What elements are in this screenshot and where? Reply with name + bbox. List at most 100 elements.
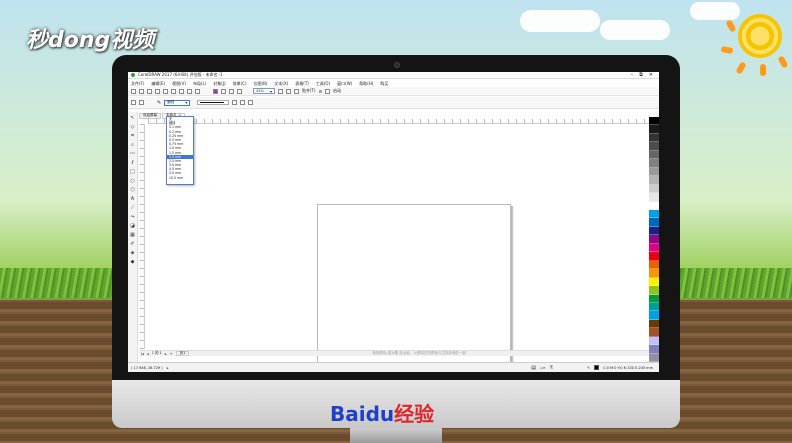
color-swatch[interactable] bbox=[649, 353, 659, 363]
line-style-select[interactable] bbox=[197, 100, 230, 105]
color-swatch[interactable] bbox=[649, 184, 659, 194]
text-tool-icon[interactable]: A bbox=[130, 196, 136, 202]
drop-shadow-icon[interactable]: ◪ bbox=[130, 223, 136, 229]
color-swatch[interactable] bbox=[649, 336, 659, 346]
document-page[interactable] bbox=[317, 204, 511, 372]
paste-icon[interactable] bbox=[179, 88, 184, 94]
show-rulers-icon[interactable] bbox=[286, 88, 291, 94]
page-tab[interactable]: 页1 bbox=[175, 351, 190, 356]
first-page-icon[interactable]: |◂ bbox=[141, 352, 144, 356]
color-swatch[interactable] bbox=[649, 176, 659, 185]
shape-tool-icon[interactable]: ◇ bbox=[130, 124, 136, 130]
application-launcher-icon[interactable] bbox=[325, 88, 331, 94]
color-swatch[interactable] bbox=[649, 209, 659, 219]
color-swatch[interactable] bbox=[649, 345, 659, 354]
prev-page-icon[interactable]: ◂ bbox=[147, 352, 149, 356]
color-swatch[interactable] bbox=[649, 269, 659, 278]
outline-width-select[interactable]: 细线 ▾ bbox=[164, 99, 191, 106]
color-swatch[interactable] bbox=[649, 193, 659, 202]
cut-icon[interactable] bbox=[163, 88, 168, 94]
redo-icon[interactable] bbox=[195, 88, 200, 94]
drawing-canvas[interactable] bbox=[146, 124, 651, 372]
outline-width-option[interactable]: 10.0 mm bbox=[167, 176, 193, 180]
add-preset-icon[interactable] bbox=[248, 100, 254, 105]
color-swatch[interactable] bbox=[649, 133, 659, 143]
color-swatch[interactable] bbox=[649, 260, 659, 270]
menu-view[interactable]: 视图(V) bbox=[172, 81, 186, 87]
search-content-icon[interactable] bbox=[213, 88, 218, 94]
outline-color-swatch[interactable] bbox=[594, 365, 600, 370]
zoom-tool-icon[interactable]: ⌕ bbox=[130, 142, 136, 148]
add-page-icon[interactable]: + bbox=[170, 352, 173, 356]
copy-icon[interactable] bbox=[171, 88, 176, 94]
menu-table[interactable]: 表格(T) bbox=[295, 81, 309, 87]
crop-tool-icon[interactable]: ⌗ bbox=[130, 133, 136, 139]
menu-bitmaps[interactable]: 位图(B) bbox=[254, 81, 268, 87]
object-origin-icon[interactable] bbox=[131, 100, 136, 105]
undo-icon[interactable] bbox=[187, 88, 192, 94]
color-swatch[interactable] bbox=[649, 150, 659, 160]
connector-tool-icon[interactable]: ⤳ bbox=[130, 214, 136, 220]
new-document-icon[interactable] bbox=[131, 88, 136, 94]
expand-status-icon[interactable]: ▸ bbox=[167, 366, 169, 370]
transparency-icon[interactable]: ▦ bbox=[130, 232, 136, 238]
import-icon[interactable] bbox=[221, 88, 226, 94]
color-swatch[interactable] bbox=[649, 235, 659, 244]
open-icon[interactable] bbox=[139, 88, 144, 94]
menu-help[interactable]: 帮助(H) bbox=[359, 81, 373, 87]
color-swatch[interactable] bbox=[649, 294, 659, 303]
tab-welcome[interactable]: 欢迎屏幕 bbox=[139, 112, 161, 119]
smart-fill-icon[interactable]: ◆ bbox=[130, 259, 136, 265]
minimize-button[interactable]: – bbox=[631, 72, 634, 78]
color-swatch[interactable] bbox=[649, 218, 659, 227]
menu-effects[interactable]: 效果(C) bbox=[233, 81, 247, 87]
arrow-start-icon[interactable] bbox=[232, 100, 238, 105]
color-swatch[interactable] bbox=[649, 243, 659, 253]
menu-text[interactable]: 文本(X) bbox=[274, 81, 288, 87]
color-swatch[interactable] bbox=[649, 302, 659, 312]
export-icon[interactable] bbox=[229, 88, 234, 94]
eyedropper-icon[interactable]: ✐ bbox=[130, 241, 136, 247]
color-swatch[interactable] bbox=[649, 286, 659, 295]
color-swatch[interactable] bbox=[649, 159, 659, 168]
interactive-fill-icon[interactable]: ◈ bbox=[130, 250, 136, 256]
color-swatch[interactable] bbox=[649, 311, 659, 320]
pick-tool-icon[interactable]: ↖ bbox=[130, 115, 136, 121]
publish-pdf-icon[interactable] bbox=[237, 88, 242, 94]
parallel-dimension-icon[interactable]: ⟋ bbox=[130, 205, 136, 211]
close-button[interactable]: ✕ bbox=[649, 72, 653, 78]
color-swatch[interactable] bbox=[649, 167, 659, 177]
color-swatch[interactable] bbox=[649, 252, 659, 261]
menu-tools[interactable]: 工具(O) bbox=[316, 81, 330, 87]
save-icon[interactable] bbox=[147, 88, 152, 94]
color-swatch[interactable] bbox=[649, 117, 659, 126]
rectangle-tool-icon[interactable]: □ bbox=[130, 169, 136, 175]
color-swatch[interactable] bbox=[649, 125, 659, 134]
artistic-media-icon[interactable]: ℓ bbox=[130, 160, 136, 166]
snap-to-menu[interactable]: 贴齐(T) bbox=[302, 88, 316, 94]
color-swatch[interactable] bbox=[649, 226, 659, 236]
ellipse-tool-icon[interactable]: ○ bbox=[130, 178, 136, 184]
color-swatch[interactable] bbox=[649, 319, 659, 329]
zoom-level-select[interactable]: 42% ▾ bbox=[253, 88, 275, 94]
menu-file[interactable]: 文件(F) bbox=[131, 81, 144, 87]
color-swatch[interactable] bbox=[649, 328, 659, 337]
menu-object[interactable]: 对象(J) bbox=[213, 81, 225, 87]
polygon-tool-icon[interactable]: ⬡ bbox=[130, 187, 136, 193]
restore-button[interactable]: ⧉ bbox=[639, 72, 643, 78]
menu-buy[interactable]: 购买 bbox=[380, 81, 388, 87]
menu-layout[interactable]: 布局(L) bbox=[193, 81, 206, 87]
color-swatch[interactable] bbox=[649, 277, 659, 287]
menu-window[interactable]: 窗口(W) bbox=[337, 81, 352, 87]
arrow-end-icon[interactable] bbox=[240, 100, 246, 105]
print-icon[interactable] bbox=[155, 88, 160, 94]
color-swatch[interactable] bbox=[649, 142, 659, 151]
color-swatch[interactable] bbox=[649, 201, 659, 210]
menu-edit[interactable]: 编辑(E) bbox=[151, 81, 165, 87]
vertical-ruler[interactable] bbox=[140, 124, 145, 349]
launch-menu[interactable]: 启动 bbox=[333, 88, 341, 94]
freehand-tool-icon[interactable]: 〰 bbox=[130, 151, 136, 157]
scale-icon[interactable] bbox=[139, 100, 144, 105]
show-grid-icon[interactable] bbox=[294, 88, 299, 94]
options-gear-icon[interactable]: ⚙ bbox=[319, 89, 323, 94]
